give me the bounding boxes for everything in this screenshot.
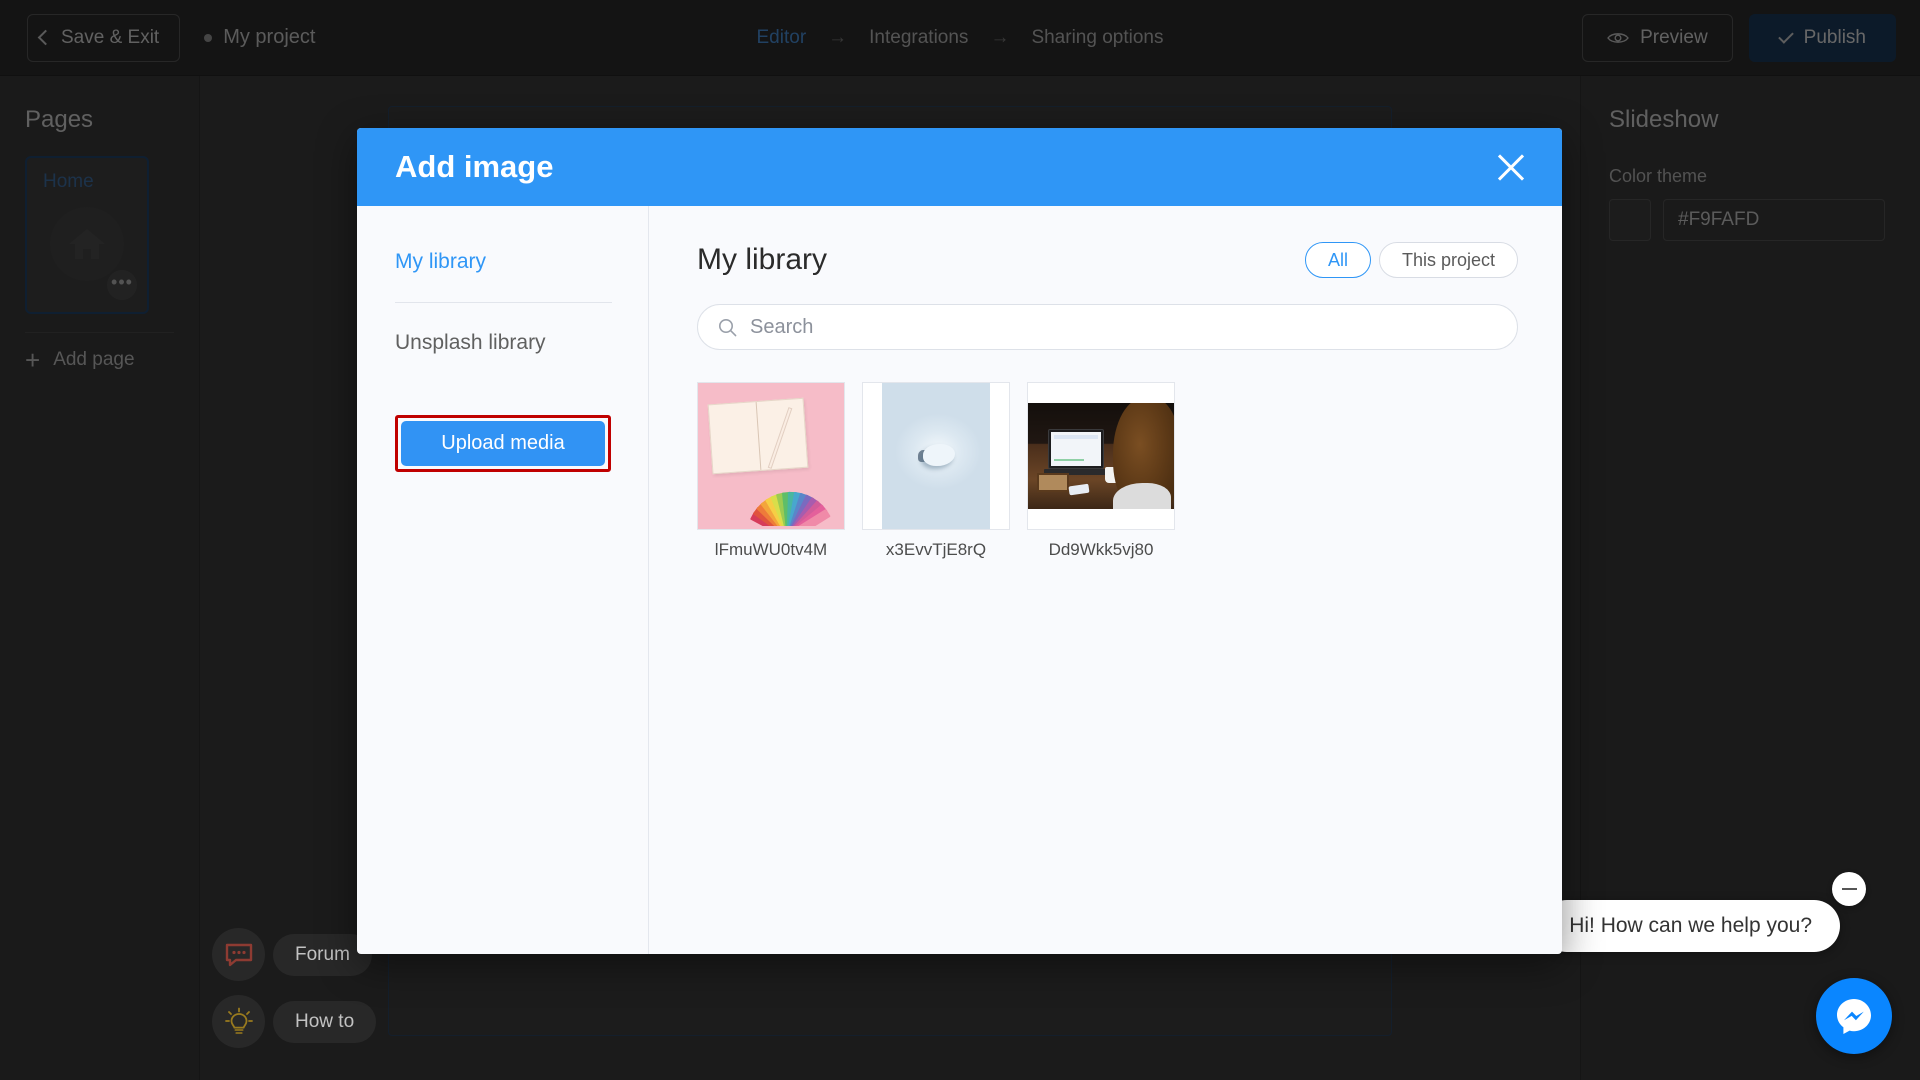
help-buttons: Forum How to — [212, 914, 376, 1048]
library-header: My library All This project — [697, 242, 1518, 278]
library-heading: My library — [697, 243, 827, 277]
thumbnail-image-notebook[interactable] — [697, 382, 845, 530]
library-item[interactable]: lFmuWU0tv4M — [697, 382, 845, 560]
lightbulb-icon — [212, 995, 265, 1048]
chat-minimize-button[interactable] — [1832, 872, 1866, 906]
search-input[interactable] — [750, 316, 1497, 339]
how-to-label: How to — [295, 1011, 354, 1033]
library-thumbnail-grid: lFmuWU0tv4M x3EvvTjE8rQ — [697, 382, 1518, 560]
minus-icon — [1842, 888, 1857, 890]
chat-greeting-text: Hi! How can we help you? — [1569, 914, 1812, 937]
add-image-modal: Add image My library Unsplash library Up… — [357, 128, 1562, 954]
modal-nav-divider — [395, 302, 612, 303]
modal-nav-item-my-library[interactable]: My library — [395, 250, 612, 274]
chat-greeting-bubble[interactable]: Hi! How can we help you? — [1541, 900, 1840, 952]
filter-pill-all[interactable]: All — [1305, 242, 1371, 278]
modal-header: Add image — [357, 128, 1562, 206]
search-icon — [718, 318, 737, 337]
library-item[interactable]: x3EvvTjE8rQ — [862, 382, 1010, 560]
how-to-label-pill[interactable]: How to — [273, 1001, 376, 1043]
library-filter-group: All This project — [1305, 242, 1518, 278]
upload-media-button[interactable]: Upload media — [401, 421, 605, 466]
notebook-color-swatches-art — [698, 383, 844, 529]
modal-body: My library Unsplash library Upload media… — [357, 206, 1562, 954]
woman-laptop-desk-art — [1028, 383, 1174, 529]
forum-button[interactable]: Forum — [212, 928, 376, 981]
how-to-button[interactable]: How to — [212, 995, 376, 1048]
modal-title: Add image — [395, 149, 553, 185]
library-search-bar[interactable] — [697, 304, 1518, 350]
forum-label: Forum — [295, 944, 350, 966]
close-icon[interactable] — [1494, 150, 1528, 184]
modal-nav-item-unsplash-library[interactable]: Unsplash library — [395, 331, 612, 355]
ice-snow-texture-art — [863, 383, 1009, 529]
library-item[interactable]: Dd9Wkk5vj80 — [1027, 382, 1175, 560]
modal-sidebar: My library Unsplash library Upload media — [357, 206, 649, 954]
messenger-launcher-button[interactable] — [1816, 978, 1892, 1054]
thumbnail-image-desk[interactable] — [1027, 382, 1175, 530]
modal-content: My library All This project — [649, 206, 1562, 954]
chat-widget: Hi! How can we help you? — [1816, 978, 1892, 1054]
filter-pill-this-project[interactable]: This project — [1379, 242, 1518, 278]
thumbnail-caption: Dd9Wkk5vj80 — [1027, 540, 1175, 560]
thumbnail-image-ice[interactable] — [862, 382, 1010, 530]
thumbnail-caption: lFmuWU0tv4M — [697, 540, 845, 560]
messenger-icon — [1832, 994, 1876, 1038]
thumbnail-caption: x3EvvTjE8rQ — [862, 540, 1010, 560]
upload-media-highlight-box: Upload media — [395, 415, 611, 472]
speech-bubble-icon — [212, 928, 265, 981]
